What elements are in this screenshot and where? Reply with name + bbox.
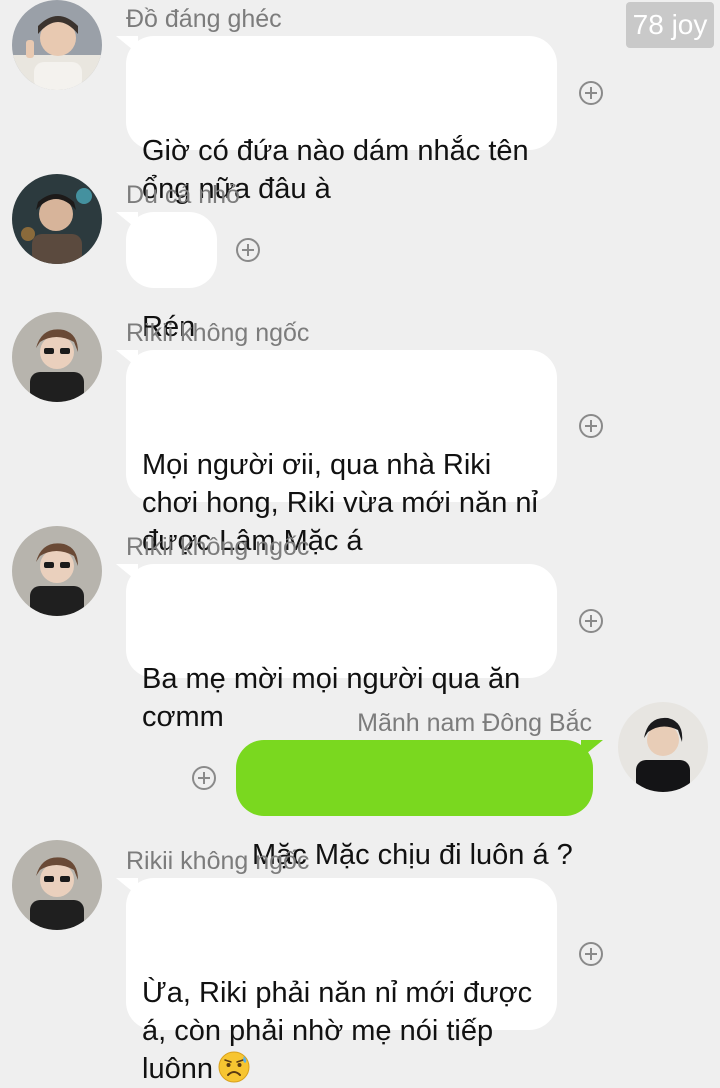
add-reaction-icon[interactable] [578, 413, 604, 439]
sender-name: Du cá nhỏ [126, 181, 240, 209]
message-bubble[interactable]: Giờ có đứa nào dám nhắc tên ổng nữa đâu … [116, 36, 557, 205]
message-bubble[interactable]: Ba mẹ mời mọi người qua ăn cơmm [116, 564, 557, 733]
add-reaction-icon[interactable] [578, 80, 604, 106]
sender-name: Mãnh nam Đông Bắc [357, 709, 592, 737]
avatar[interactable] [12, 312, 102, 402]
message-bubble[interactable]: Rén [116, 212, 217, 343]
sender-name: Rikii không ngốc [126, 847, 310, 875]
add-reaction-icon[interactable] [191, 765, 217, 791]
avatar[interactable] [12, 0, 102, 90]
add-reaction-icon[interactable] [235, 237, 261, 263]
watermark: 78 joy [626, 2, 714, 48]
message-bubble[interactable]: Mặc Mặc chịu đi luôn á ? [236, 740, 603, 871]
avatar[interactable] [12, 526, 102, 616]
message-bubble[interactable]: Mọi người ơii, qua nhà Riki chơi hong, R… [116, 350, 557, 557]
message-bubble[interactable]: Ừa, Riki phải năn nỉ mới được á, còn phả… [116, 878, 557, 1085]
message-text: Ừa, Riki phải năn nỉ mới được á, còn phả… [142, 977, 533, 1085]
sender-name: Rikii không ngốc [126, 533, 310, 561]
add-reaction-icon[interactable] [578, 608, 604, 634]
avatar[interactable] [12, 174, 102, 264]
worried-face-emoji [217, 1050, 251, 1084]
sender-name: Rikii không ngốc [126, 319, 310, 347]
sender-name: Đồ đáng ghéc [126, 5, 282, 33]
add-reaction-icon[interactable] [578, 941, 604, 967]
avatar[interactable] [618, 702, 708, 792]
avatar[interactable] [12, 840, 102, 930]
